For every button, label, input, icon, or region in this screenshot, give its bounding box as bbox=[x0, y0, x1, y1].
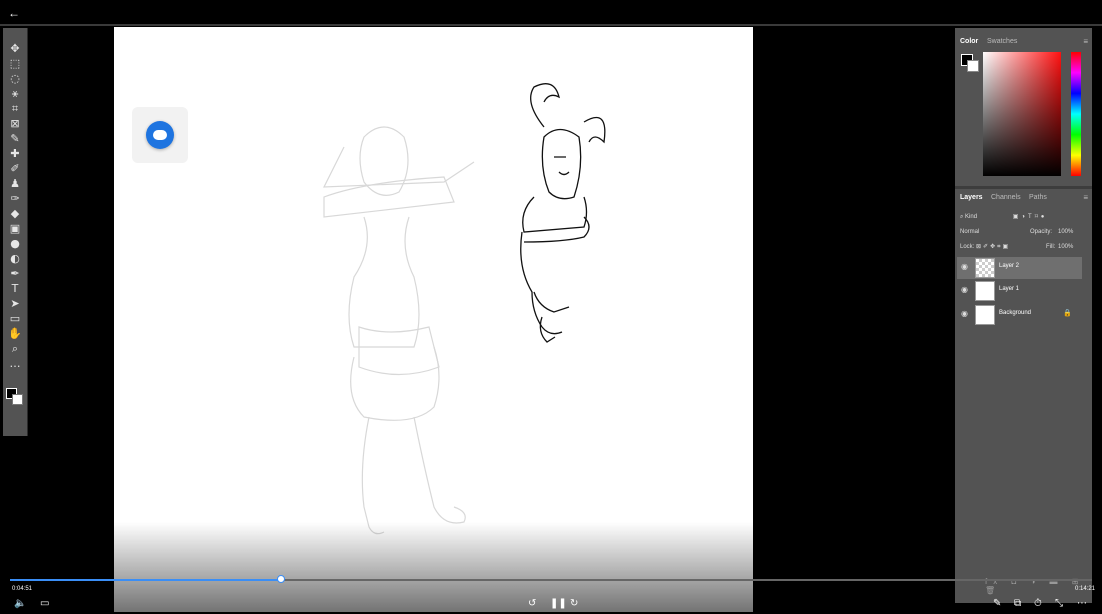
back-arrow-icon[interactable]: ← bbox=[8, 6, 20, 20]
zoom-tool-icon[interactable]: ⌕ bbox=[7, 342, 23, 356]
gradient-tool-icon[interactable]: ▣ bbox=[7, 222, 23, 236]
document-canvas[interactable] bbox=[114, 27, 753, 612]
tool-background-swatch[interactable] bbox=[12, 394, 23, 405]
color-panel-tabs: Color Swatches ≡ bbox=[955, 34, 1092, 50]
seek-handle[interactable] bbox=[276, 575, 285, 583]
healing-brush-icon[interactable]: ✚ bbox=[7, 147, 23, 161]
layer-thumbnail bbox=[975, 305, 995, 325]
seek-progress bbox=[10, 579, 281, 581]
blend-mode-select[interactable]: Normal bbox=[960, 229, 979, 235]
more-tools-icon[interactable]: … bbox=[7, 357, 23, 371]
history-brush-icon[interactable]: ✑ bbox=[7, 192, 23, 206]
path-selection-icon[interactable]: ➤ bbox=[7, 297, 23, 311]
seek-bar[interactable] bbox=[10, 575, 1092, 583]
lock-label: Lock: bbox=[960, 244, 975, 250]
color-picker-field[interactable] bbox=[983, 52, 1061, 176]
player-overlay-gradient bbox=[114, 522, 753, 612]
clone-stamp-icon[interactable]: ♟ bbox=[7, 177, 23, 191]
lock-icon: 🔒 bbox=[1063, 310, 1072, 317]
more-options-icon[interactable]: ⋯ bbox=[1077, 598, 1087, 609]
current-time: 0:04:51 bbox=[12, 586, 33, 592]
search-icon: ⌕ bbox=[960, 214, 964, 220]
panel-divider bbox=[955, 186, 1092, 189]
visibility-eye-icon[interactable]: ◉ bbox=[961, 309, 968, 318]
remaining-time: 0:14:21 bbox=[1075, 586, 1096, 592]
layer-row-background[interactable]: ◉ Background 🔒 bbox=[957, 304, 1082, 326]
layer-name: Background bbox=[999, 310, 1032, 316]
type-tool-icon[interactable]: T bbox=[7, 282, 23, 296]
crop-tool-icon[interactable]: ⌗ bbox=[7, 102, 23, 116]
forward-30-icon[interactable]: ↻ bbox=[570, 598, 578, 609]
panel-menu-icon[interactable]: ≡ bbox=[1083, 34, 1088, 50]
layer-row-layer-2[interactable]: ◉ Layer 2 bbox=[957, 257, 1082, 279]
volume-icon[interactable]: 🔈 bbox=[14, 598, 26, 609]
layer-filter-row[interactable]: ⌕ Kind ▣◑T⌑● bbox=[960, 211, 1085, 223]
fill-value[interactable]: 100% bbox=[1058, 241, 1073, 253]
layer-thumbnail bbox=[975, 281, 995, 301]
chat-widget[interactable] bbox=[132, 107, 188, 163]
blur-tool-icon[interactable]: ● bbox=[7, 237, 23, 251]
picture-in-picture-icon[interactable]: ⧉ bbox=[1014, 598, 1021, 609]
dodge-tool-icon[interactable]: ◐ bbox=[7, 252, 23, 266]
layer-row-layer-1[interactable]: ◉ Layer 1 bbox=[957, 280, 1082, 302]
magic-wand-icon[interactable]: ⚹ bbox=[7, 87, 23, 101]
frame-tool-icon[interactable]: ⊠ bbox=[7, 117, 23, 131]
tab-paths[interactable]: Paths bbox=[1029, 190, 1047, 206]
pen-tool-icon[interactable]: ✒ bbox=[7, 267, 23, 281]
visibility-eye-icon[interactable]: ◉ bbox=[961, 262, 968, 271]
rewind-10-icon[interactable]: ↺ bbox=[528, 598, 536, 609]
annotate-icon[interactable]: ✎ bbox=[993, 598, 1001, 609]
playback-speed-icon[interactable]: ⏱ bbox=[1034, 598, 1042, 609]
layer-name: Layer 1 bbox=[999, 286, 1020, 292]
lock-options-icons[interactable]: ⊠✐✥⌗▣ bbox=[976, 244, 1010, 250]
lock-fill-row: Lock: ⊠✐✥⌗▣ Fill: 100% bbox=[960, 241, 1085, 253]
tab-swatches[interactable]: Swatches bbox=[987, 34, 1017, 50]
top-bar: ← bbox=[0, 0, 1102, 24]
chat-bubble-icon[interactable] bbox=[146, 121, 174, 149]
marquee-tool-icon[interactable]: ⬚ bbox=[7, 57, 23, 71]
layer-thumbnail bbox=[975, 258, 995, 278]
tab-channels[interactable]: Channels bbox=[991, 190, 1021, 206]
hand-tool-icon[interactable]: ✋ bbox=[7, 327, 23, 341]
pause-icon[interactable]: ❚❚ bbox=[550, 598, 567, 609]
lasso-tool-icon[interactable]: ◌ bbox=[7, 72, 23, 86]
fill-label: Fill: bbox=[1046, 244, 1056, 250]
visibility-eye-icon[interactable]: ◉ bbox=[961, 285, 968, 294]
opacity-label: Opacity: bbox=[1030, 229, 1053, 235]
layers-menu-icon[interactable]: ≡ bbox=[1083, 190, 1088, 206]
move-tool-icon[interactable]: ✥ bbox=[7, 42, 23, 56]
eraser-icon[interactable]: ◆ bbox=[7, 207, 23, 221]
background-color-swatch[interactable] bbox=[967, 60, 979, 72]
filter-type-icons[interactable]: ▣◑T⌑● bbox=[1013, 214, 1048, 220]
filter-kind-label: Kind bbox=[965, 214, 978, 220]
eyedropper-icon[interactable]: ✎ bbox=[7, 132, 23, 146]
dark-figure-sketch bbox=[520, 83, 606, 343]
faint-figure-sketch bbox=[323, 126, 475, 535]
rectangle-tool-icon[interactable]: ▭ bbox=[7, 312, 23, 326]
tab-color[interactable]: Color bbox=[960, 34, 978, 50]
tab-layers[interactable]: Layers bbox=[960, 190, 983, 206]
opacity-value[interactable]: 100% bbox=[1058, 226, 1073, 238]
layers-panel-tabs: Layers Channels Paths ≡ bbox=[955, 190, 1092, 206]
blend-opacity-row: Normal Opacity: 100% bbox=[960, 226, 1085, 238]
layer-name: Layer 2 bbox=[999, 263, 1020, 269]
app-header-strip bbox=[0, 24, 1102, 26]
hue-slider[interactable] bbox=[1071, 52, 1081, 176]
exit-fullscreen-icon[interactable]: ⤡ bbox=[1055, 598, 1063, 609]
brush-tool-icon[interactable]: ✐ bbox=[7, 162, 23, 176]
right-panels: Color Swatches ≡ Layers Channels Paths ≡… bbox=[955, 28, 1092, 603]
captions-icon[interactable]: ▭ bbox=[40, 598, 49, 609]
tools-panel: ✥ ⬚ ◌ ⚹ ⌗ ⊠ ✎ ✚ ✐ ♟ ✑ ◆ ▣ ● ◐ ✒ T ➤ ▭ ✋ ⌕… bbox=[3, 28, 28, 436]
